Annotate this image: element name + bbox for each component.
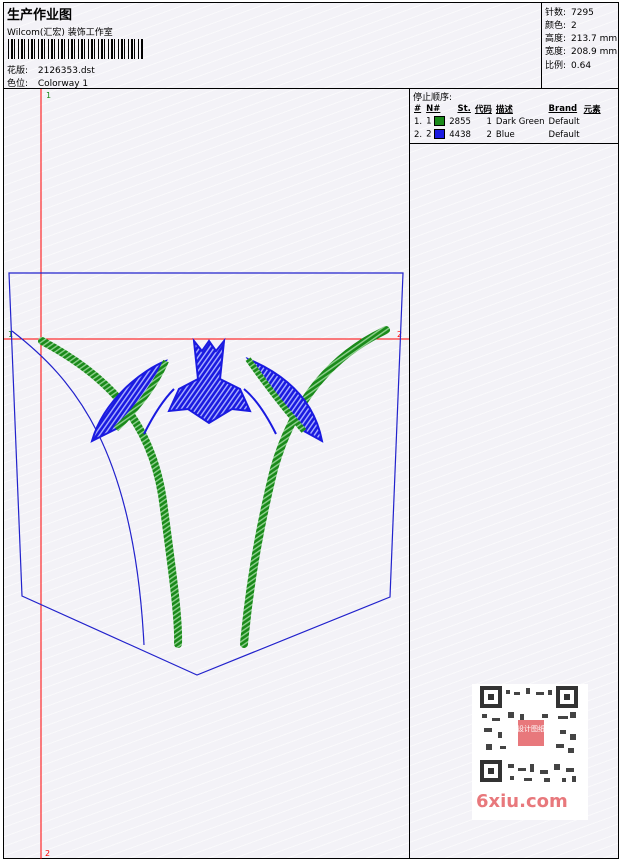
production-sheet: 生产作业图 Wilcom(汇宏) 装饰工作室 花版: 2126353.dst 色… [3,2,619,859]
column-header: 代码 [474,104,492,115]
stat-ratio: 比例: 0.64 [545,58,591,71]
stat-stitches: 针数: 7295 [545,5,594,18]
stat-label: 针数: [545,8,567,18]
column-header: 元素 [583,104,601,115]
guide-label-h-right: 2 [397,330,402,339]
panel-divider [410,143,619,144]
row-index: 2. [414,129,423,140]
stop-sequence-table: # N# St. 代码 描述 Brand 元素 1. 1 2855 1 Dark… [412,102,603,141]
pocket-outline [8,272,404,676]
stat-label: 高度: [545,34,567,44]
qr-stamp: 设计图纸 [517,724,545,733]
green-stem-left [38,337,183,648]
stat-label: 宽度: [545,47,567,57]
design-canvas[interactable]: 1 2 1 2 [4,89,409,859]
needle-number: 1 [426,116,432,127]
watermark-text: 6xiu.com [476,791,568,812]
color-swatch [434,129,446,140]
row-stitches: 2855 [449,116,471,127]
row-needle: 1 [424,115,447,128]
barcode [8,39,144,59]
stat-label: 比例: [545,61,567,71]
embroidery-preview: 1 2 1 2 [4,89,409,859]
column-header: 描述 [495,104,513,115]
center-ornament [167,337,252,425]
pocket-curve [11,330,145,646]
stat-value: 208.9 mm [571,47,618,57]
table-row[interactable]: 2. 2 4438 2 Blue Default [412,128,603,141]
row-element [582,128,603,141]
row-stitches: 4438 [449,129,471,140]
table-row[interactable]: 1. 1 2855 1 Dark Green Default [412,115,603,128]
stat-colors: 颜色: 2 [545,18,577,31]
stat-height: 高度: 213.7 mm [545,31,617,44]
header-info: 生产作业图 Wilcom(汇宏) 装饰工作室 花版: 2126353.dst 色… [4,3,542,89]
design-label: 花版: [7,66,29,76]
guide-label-v-bottom: 2 [45,849,50,858]
qr-code-icon: 设计图纸 [480,686,578,782]
row-index: 1. [414,116,423,127]
design-value: 2126353.dst [37,66,95,76]
stat-value: 2 [571,21,577,31]
column-header: # [414,103,422,114]
needle-number: 2 [426,129,432,140]
row-code: 1 [486,116,492,127]
row-description: Blue [495,129,515,140]
column-header: St. [457,103,471,114]
color-swatch [434,116,446,127]
stat-width: 宽度: 208.9 mm [545,44,617,57]
table-header-row: # N# St. 代码 描述 Brand 元素 [412,102,603,115]
column-header: Brand [548,103,578,114]
stat-label: 颜色: [545,21,567,31]
row-code: 2 [486,129,492,140]
stats-panel: 针数: 7295 颜色: 2 高度: 213.7 mm 宽度: 208.9 mm 比例:… [541,3,619,88]
row-element [582,115,603,128]
stat-value: 213.7 mm [571,34,618,44]
row-description: Dark Green [495,116,545,127]
row-needle: 2 [424,128,447,141]
guide-label-v-top: 1 [46,91,51,100]
page-title: 生产作业图 [7,8,73,23]
studio-name: Wilcom(汇宏) 装饰工作室 [7,28,113,38]
stat-value: 0.64 [571,61,592,71]
stat-value: 7295 [571,8,594,18]
column-header: N# [426,103,441,114]
blue-wing-left [90,359,168,443]
row-brand: Default [548,129,580,140]
row-brand: Default [548,116,580,127]
design-row: 花版: 2126353.dst [7,63,95,76]
